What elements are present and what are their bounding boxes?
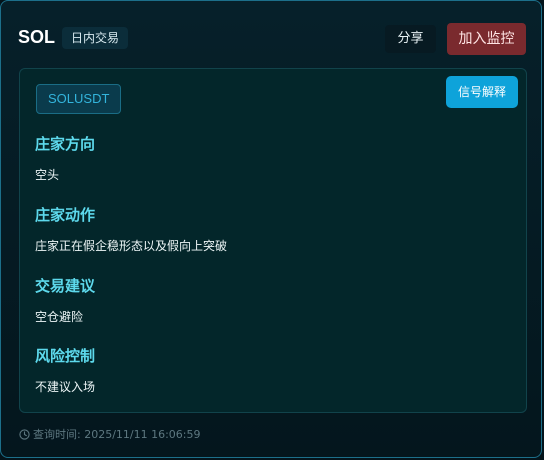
section-title-risk-control: 风险控制 bbox=[35, 347, 96, 365]
card-header: SOL 日内交易 分享 加入监控 bbox=[17, 23, 526, 55]
section-text-dealer-direction: 空头 bbox=[35, 168, 60, 182]
section-title-trade-advice: 交易建议 bbox=[35, 277, 96, 295]
signal-panel: SOLUSDT 信号解释 庄家方向 空头 庄家动作 庄家正在假企稳形态以及假向上… bbox=[19, 68, 527, 413]
signal-card: SOL 日内交易 分享 加入监控 SOLUSDT 信号解释 庄家方向 空头 庄家… bbox=[0, 0, 542, 458]
coin-symbol: SOL bbox=[18, 27, 56, 47]
query-time-text: 查询时间: 2025/11/11 16:06:59 bbox=[33, 428, 201, 441]
section-title-dealer-direction: 庄家方向 bbox=[35, 135, 96, 153]
trade-type-badge: 日内交易 bbox=[62, 27, 129, 49]
section-text-trade-advice: 空仓避险 bbox=[35, 310, 84, 324]
section-text-dealer-action: 庄家正在假企稳形态以及假向上突破 bbox=[35, 239, 228, 253]
trading-pair-badge: SOLUSDT bbox=[36, 84, 122, 114]
signal-explain-button[interactable]: 信号解释 bbox=[446, 76, 518, 108]
clock-icon bbox=[19, 428, 30, 440]
share-button[interactable]: 分享 bbox=[385, 25, 436, 53]
section-title-dealer-action: 庄家动作 bbox=[35, 206, 96, 224]
section-text-risk-control: 不建议入场 bbox=[35, 380, 96, 394]
query-time-row: 查询时间: 2025/11/11 16:06:59 bbox=[19, 426, 201, 442]
add-to-watch-button[interactable]: 加入监控 bbox=[447, 23, 526, 55]
